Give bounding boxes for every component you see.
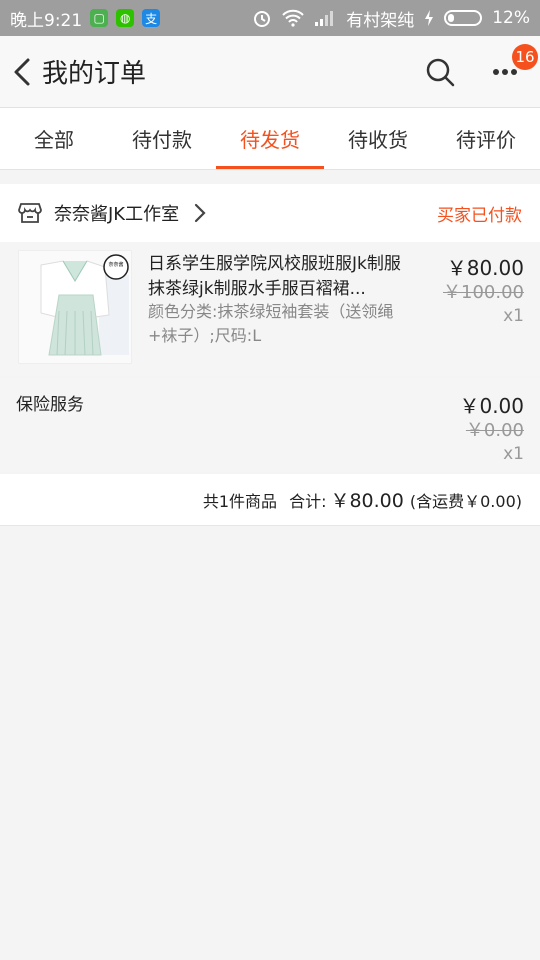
order-tabs: 全部 待付款 待发货 待收货 待评价 — [0, 108, 540, 170]
shop-icon — [18, 203, 42, 223]
insurance-price: ￥0.00 — [459, 394, 524, 418]
wechat-icon: ◍ — [116, 9, 135, 27]
app-header: 我的订单 — [0, 36, 540, 108]
battery-percent: 12% — [492, 8, 530, 28]
green-app-icon: ▢ — [90, 9, 109, 27]
more-dots-icon — [493, 69, 517, 75]
status-bar: 晚上9:21 ▢ ◍ 支 有村架纯 12% — [0, 0, 540, 36]
item-count: 共1件商品 — [202, 491, 278, 511]
shop-name: 奈奈酱JK工作室 — [54, 204, 180, 225]
insurance-original-price: ￥0.00 — [465, 420, 524, 441]
status-time: 晚上9:21 — [10, 10, 83, 31]
order-summary: 共1件商品 合计: ￥80.00 (含运费￥0.00) — [0, 474, 540, 526]
battery-icon — [444, 10, 483, 26]
alarm-icon — [254, 11, 271, 27]
wifi-icon — [282, 9, 304, 27]
tab-pending-review[interactable]: 待评价 — [432, 108, 540, 169]
search-button[interactable] — [424, 56, 456, 88]
total-amount: ￥80.00 — [330, 490, 404, 512]
product-original-price: ￥100.00 — [443, 282, 524, 303]
total-label: 合计: — [289, 491, 327, 511]
tab-pending-receipt[interactable]: 待收货 — [324, 108, 432, 169]
product-quantity: x1 — [503, 306, 524, 326]
charging-icon — [425, 10, 434, 26]
notification-badge: 16 — [512, 44, 538, 70]
carrier-name: 有村架纯 — [346, 10, 415, 31]
back-button[interactable] — [4, 52, 40, 92]
signal-icon — [315, 11, 334, 26]
product-title[interactable]: 日系学生服学院风校服班服Jk制服抹茶绿jk制服水手服百褶裙... — [148, 252, 410, 302]
tab-pending-shipment[interactable]: 待发货 — [216, 108, 324, 169]
chevron-left-icon — [14, 58, 30, 85]
search-icon — [426, 58, 455, 87]
product-stamp: 奈奈酱 — [108, 262, 124, 268]
tab-pending-payment[interactable]: 待付款 — [108, 108, 216, 169]
shop-row[interactable]: 奈奈酱JK工作室 买家已付款 — [0, 184, 540, 242]
tab-all[interactable]: 全部 — [0, 108, 108, 169]
order-item[interactable]: 奈奈酱 日系学生服学院风校服班服Jk制服抹茶绿jk制服水手服百褶裙... 颜色分… — [0, 242, 540, 376]
product-price: ￥80.00 — [446, 256, 524, 280]
insurance-label: 保险服务 — [16, 395, 84, 415]
insurance-row: 保险服务 ￥0.00 ￥0.00 x1 — [0, 378, 540, 472]
shipping-fee: (含运费￥0.00) — [409, 491, 522, 511]
alipay-icon: 支 — [142, 9, 161, 27]
order-status: 买家已付款 — [437, 205, 522, 226]
chevron-right-icon — [195, 203, 206, 223]
insurance-quantity: x1 — [503, 444, 524, 464]
product-thumbnail[interactable]: 奈奈酱 — [18, 250, 132, 364]
page-title: 我的订单 — [42, 59, 147, 89]
product-spec: 颜色分类:抹茶绿短袖套装（送领绳+袜子）;尺码:L — [148, 302, 394, 345]
